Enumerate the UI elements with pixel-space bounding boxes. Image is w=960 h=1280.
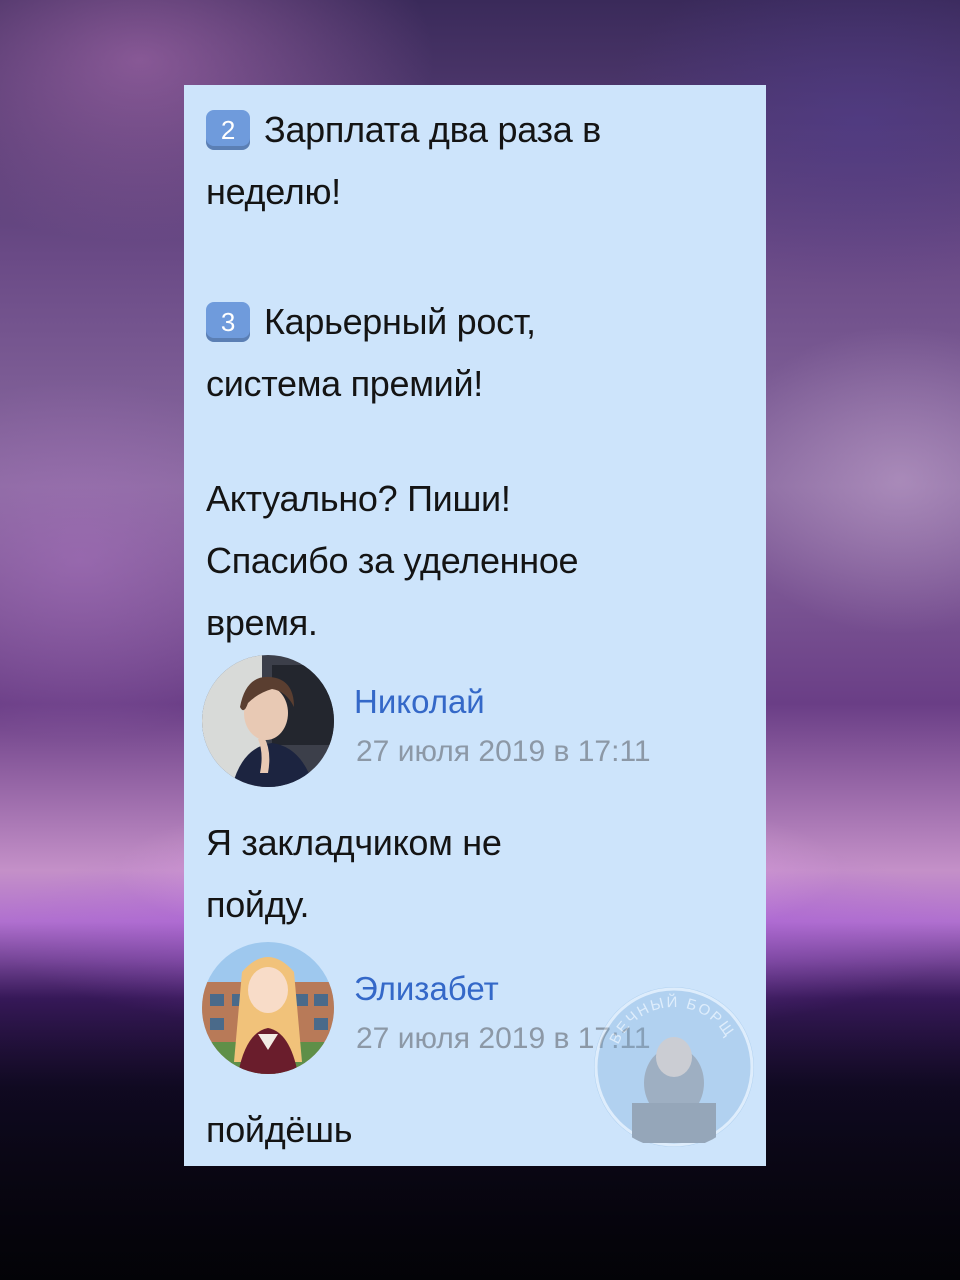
comment-header-nikolai: Николай 27 июля 2019 в 17:11 bbox=[202, 655, 752, 795]
anime-boy-avatar[interactable] bbox=[202, 655, 334, 787]
post-cta-line1: Актуально? Пиши! bbox=[206, 478, 511, 519]
post-point-3: 3 Карьерный рост, система премий! bbox=[206, 291, 536, 415]
anime-girl-avatar[interactable] bbox=[202, 942, 334, 1074]
chat-screenshot-panel: 2 Зарплата два раза в неделю! 3 Карьерный … bbox=[184, 85, 766, 1166]
watermark-logo: ВЕЧНЫЙ БОРЩ bbox=[592, 985, 756, 1149]
post-point-3-line2: система премий! bbox=[206, 363, 483, 404]
comment-text-line1: пойдёшь bbox=[206, 1109, 353, 1150]
post-point-2-line1: Зарплата два раза в bbox=[264, 109, 601, 150]
post-point-2: 2 Зарплата два раза в неделю! bbox=[206, 99, 601, 223]
post-point-2-line2: неделю! bbox=[206, 171, 341, 212]
post-cta-line3: время. bbox=[206, 602, 318, 643]
comment-text: Я закладчиком не пойду. bbox=[206, 812, 502, 936]
keycap-2-icon: 2 bbox=[206, 110, 250, 150]
comment-text-line2: пойду. bbox=[206, 884, 310, 925]
comment-text: пойдёшь bbox=[206, 1099, 353, 1161]
comment-author-link[interactable]: Элизабет bbox=[354, 970, 499, 1008]
comment-date[interactable]: 27 июля 2019 в 17:11 bbox=[356, 735, 651, 769]
post-point-3-line1: Карьерный рост, bbox=[264, 301, 536, 342]
keycap-3-icon: 3 bbox=[206, 302, 250, 342]
comment-author-link[interactable]: Николай bbox=[354, 683, 485, 721]
post-call-to-action: Актуально? Пиши! Спасибо за уделенное вр… bbox=[206, 468, 579, 654]
post-cta-line2: Спасибо за уделенное bbox=[206, 540, 579, 581]
comment-text-line1: Я закладчиком не bbox=[206, 822, 502, 863]
